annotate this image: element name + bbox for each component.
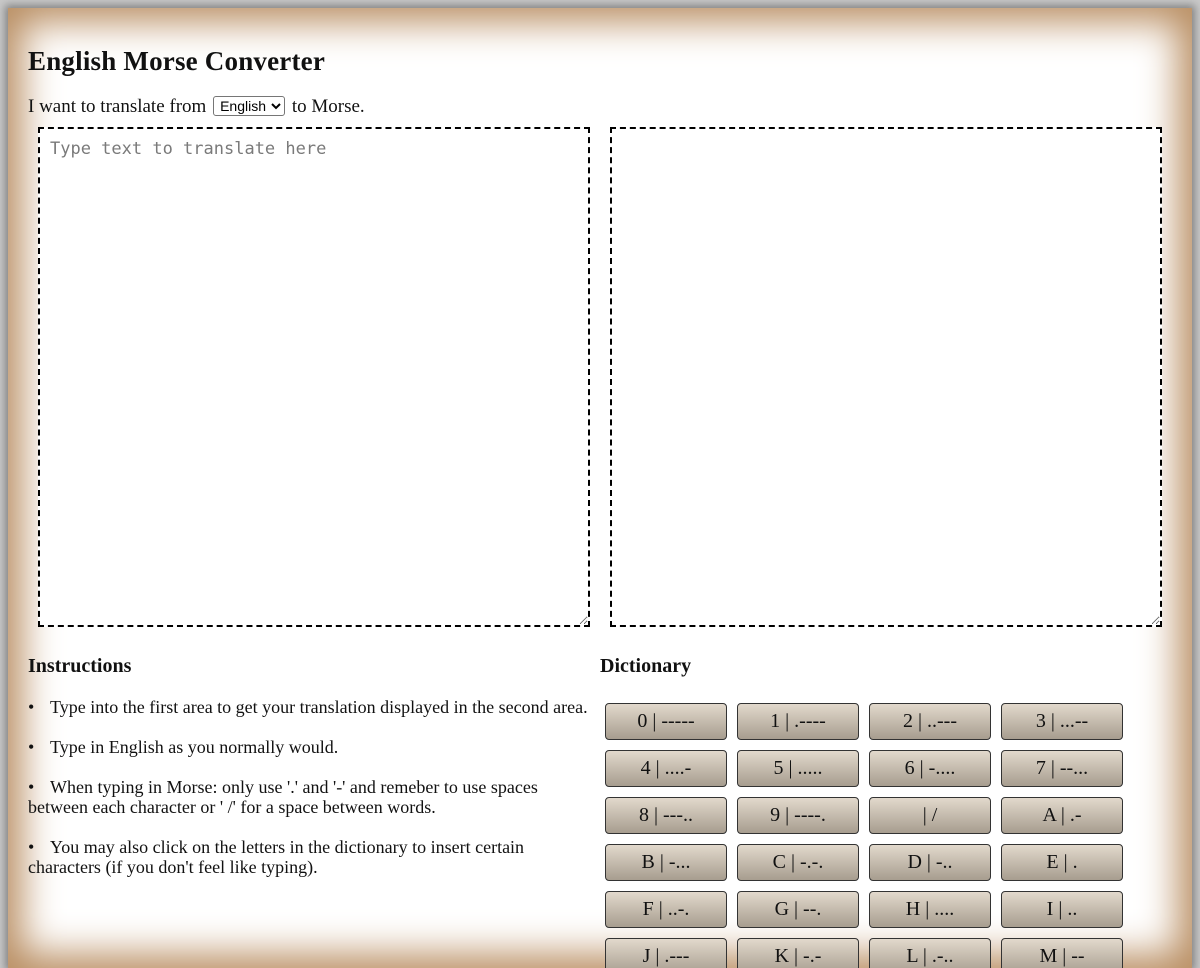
dictionary-button[interactable]: 7 | --... — [1001, 750, 1123, 787]
dictionary-button[interactable]: E | . — [1001, 844, 1123, 881]
dictionary-heading: Dictionary — [600, 655, 692, 677]
dictionary-button[interactable]: 9 | ----. — [737, 797, 859, 834]
language-select[interactable]: English — [213, 96, 286, 116]
dictionary-button[interactable]: H | .... — [869, 891, 991, 928]
dictionary-button[interactable]: C | -.-. — [737, 844, 859, 881]
dictionary-grid: 0 | ----- 1 | .---- 2 | ..--- 3 | ...-- … — [605, 703, 1133, 968]
dictionary-button[interactable]: 2 | ..--- — [869, 703, 991, 740]
translate-prefix: I want to translate from — [28, 96, 207, 117]
dictionary-button-space[interactable]: | / — [869, 797, 991, 834]
dictionary-button[interactable]: K | -.- — [737, 938, 859, 968]
instruction-item: You may also click on the letters in the… — [28, 837, 598, 877]
dictionary-button[interactable]: A | .- — [1001, 797, 1123, 834]
translate-direction-line: I want to translate from English to Mors… — [28, 96, 365, 118]
dictionary-button[interactable]: 5 | ..... — [737, 750, 859, 787]
input-textarea[interactable] — [38, 127, 590, 627]
output-textarea[interactable] — [610, 127, 1162, 627]
instructions-list: Type into the first area to get your tra… — [28, 697, 598, 897]
page-container: English Morse Converter I want to transl… — [8, 8, 1192, 968]
dictionary-button[interactable]: 3 | ...-- — [1001, 703, 1123, 740]
dictionary-button[interactable]: M | -- — [1001, 938, 1123, 968]
dictionary-button[interactable]: F | ..-. — [605, 891, 727, 928]
dictionary-button[interactable]: G | --. — [737, 891, 859, 928]
dictionary-button[interactable]: B | -... — [605, 844, 727, 881]
instruction-item: When typing in Morse: only use '.' and '… — [28, 777, 598, 817]
dictionary-button[interactable]: I | .. — [1001, 891, 1123, 928]
page-title: English Morse Converter — [28, 46, 326, 76]
dictionary-button[interactable]: 4 | ....- — [605, 750, 727, 787]
instruction-item: Type into the first area to get your tra… — [28, 697, 598, 717]
dictionary-button[interactable]: 6 | -.... — [869, 750, 991, 787]
dictionary-button[interactable]: J | .--- — [605, 938, 727, 968]
dictionary-button[interactable]: 8 | ---.. — [605, 797, 727, 834]
dictionary-button[interactable]: 1 | .---- — [737, 703, 859, 740]
translate-suffix: to Morse. — [291, 96, 365, 117]
dictionary-button[interactable]: 0 | ----- — [605, 703, 727, 740]
instruction-item: Type in English as you normally would. — [28, 737, 598, 757]
instructions-heading: Instructions — [28, 655, 132, 677]
dictionary-button[interactable]: L | .-.. — [869, 938, 991, 968]
dictionary-button[interactable]: D | -.. — [869, 844, 991, 881]
